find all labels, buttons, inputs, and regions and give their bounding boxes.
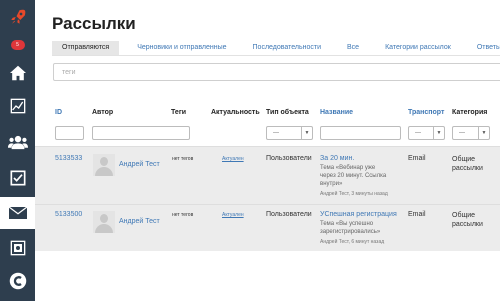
- name-filter-input[interactable]: [320, 126, 401, 140]
- tab-sending[interactable]: Отправляются: [52, 41, 120, 55]
- tab-bar: Отправляются Черновики и отправленные По…: [52, 41, 500, 55]
- row-transport: Email: [408, 211, 426, 218]
- table-row[interactable]: 5133533 Андрей Тест нет тегов Актуален П…: [35, 146, 500, 204]
- tab-mailing-categories[interactable]: Категории рассылок: [369, 41, 461, 55]
- chevron-down-icon: ▼: [301, 127, 312, 139]
- sidebar-item-tasks[interactable]: [0, 162, 35, 194]
- tab-all[interactable]: Все: [331, 41, 369, 55]
- row-name-cell: УСпешная регистрация Тема «Вы успешно за…: [320, 210, 406, 246]
- tab-drafts-and-sent[interactable]: Черновики и отправленные: [119, 41, 236, 55]
- object-type-filter-select[interactable]: --- ▼: [266, 126, 313, 140]
- rocket-icon: [10, 9, 25, 24]
- column-header-actuality: Актуальность: [211, 109, 260, 116]
- row-id[interactable]: 5133533: [55, 155, 82, 162]
- mailing-subject-line-1: Тема «Вы успешно: [320, 221, 374, 227]
- transport-filter-select[interactable]: --- ▼: [408, 126, 445, 140]
- mailing-name-link[interactable]: За 20 мин.: [320, 154, 406, 163]
- sidebar-item-notifications[interactable]: 5: [0, 33, 35, 57]
- mail-icon: [8, 207, 27, 219]
- avatar: [93, 154, 115, 176]
- mailing-subject-line-2: через 20 минут. Ссылка: [320, 173, 387, 179]
- main-content: Рассылки Отправляются Черновики и отправ…: [35, 0, 500, 301]
- table-row[interactable]: 5133500 Андрей Тест нет тегов Актуален П…: [35, 204, 500, 251]
- safe-icon: [10, 240, 25, 256]
- sidebar-item-mailings[interactable]: [0, 197, 35, 229]
- column-header-category: Категория: [452, 109, 488, 116]
- sidebar-item-rocket[interactable]: [0, 4, 35, 30]
- row-object-type: Пользователи: [266, 211, 312, 218]
- author-filter-input[interactable]: [92, 126, 190, 140]
- mailing-meta: Андрей Тест, 6 минут назад: [320, 239, 385, 245]
- notification-badge: 5: [10, 40, 25, 50]
- mailing-subject-line-3: внутри»: [320, 181, 343, 187]
- object-type-filter-value: ---: [273, 130, 279, 136]
- row-name-cell: За 20 мин. Тема «Вебинар уже через 20 ми…: [320, 154, 406, 198]
- users-icon: [7, 135, 28, 150]
- row-transport: Email: [408, 155, 426, 162]
- column-header-tags: Теги: [171, 109, 187, 116]
- row-category-line-2: рассылки: [452, 221, 483, 228]
- sidebar: 5: [0, 0, 35, 301]
- mailing-subject-line-2: зарегистрировались»: [320, 229, 381, 235]
- chevron-down-icon: ▼: [433, 127, 444, 139]
- mailing-meta: Андрей Тест, 3 минуты назад: [320, 191, 388, 197]
- row-category-line-1: Общие: [452, 212, 476, 219]
- row-category: Общие рассылки: [452, 155, 483, 173]
- sidebar-item-logo[interactable]: [0, 266, 35, 296]
- row-tags: нет тегов: [172, 212, 194, 218]
- category-filter-select[interactable]: --- ▼: [452, 126, 490, 140]
- sidebar-item-stats[interactable]: [0, 90, 35, 122]
- category-filter-value: ---: [459, 130, 465, 136]
- row-author[interactable]: Андрей Тест: [119, 161, 160, 168]
- stats-icon: [10, 98, 25, 114]
- column-header-transport[interactable]: Транспорт: [408, 109, 444, 116]
- home-icon: [9, 65, 26, 81]
- mailings-table: ID Автор Теги Актуальность Тип объекта Н…: [35, 103, 500, 301]
- sidebar-item-users[interactable]: [0, 126, 35, 158]
- row-actuality-link[interactable]: Актуален: [222, 212, 244, 218]
- tabs-divider: [52, 55, 500, 56]
- tab-replies[interactable]: Ответы: [461, 41, 500, 55]
- row-tags: нет тегов: [172, 156, 194, 162]
- column-header-name[interactable]: Название: [320, 109, 353, 116]
- transport-filter-value: ---: [415, 130, 421, 136]
- tab-sequences[interactable]: Последовательности: [237, 41, 332, 55]
- row-actuality-link[interactable]: Актуален: [222, 156, 244, 162]
- mailing-name-link[interactable]: УСпешная регистрация: [320, 210, 406, 219]
- checkbox-icon: [10, 170, 25, 186]
- sidebar-item-home[interactable]: [0, 58, 35, 88]
- page-title: Рассылки: [52, 14, 136, 33]
- chevron-down-icon: ▼: [478, 127, 489, 139]
- avatar: [93, 211, 115, 233]
- row-category: Общие рассылки: [452, 211, 483, 229]
- id-filter-input[interactable]: [55, 126, 84, 140]
- column-header-object-type: Тип объекта: [266, 109, 309, 116]
- tags-filter-input[interactable]: теги: [53, 63, 500, 81]
- row-id[interactable]: 5133500: [55, 211, 82, 218]
- column-header-id[interactable]: ID: [55, 109, 62, 116]
- row-author[interactable]: Андрей Тест: [119, 218, 160, 225]
- logo-icon: [9, 272, 26, 290]
- row-category-line-2: рассылки: [452, 165, 483, 172]
- row-category-line-1: Общие: [452, 156, 476, 163]
- column-header-author: Автор: [92, 109, 114, 116]
- mailing-subject-line-1: Тема «Вебинар уже: [320, 165, 376, 171]
- sidebar-item-safe[interactable]: [0, 233, 35, 263]
- row-object-type: Пользователи: [266, 155, 312, 162]
